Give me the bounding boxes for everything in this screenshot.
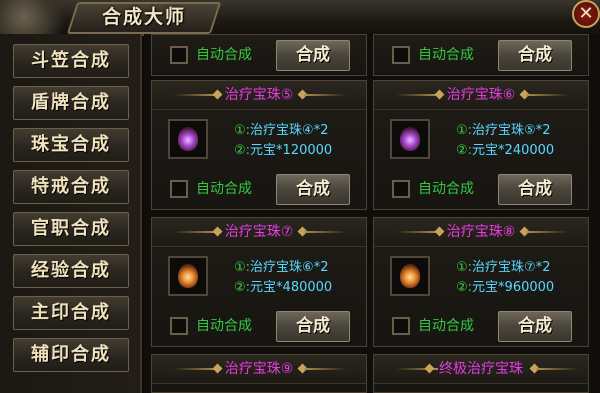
category-sidebar: 斗笠合成 盾牌合成 珠宝合成 特戒合成 官职合成 经验合成 主印合成 辅印合成: [0, 34, 142, 393]
recipe-title: 治疗宝珠⑧: [446, 224, 516, 240]
craft-button[interactable]: 合成: [498, 311, 572, 342]
card-header: 治疗宝珠⑥: [374, 81, 588, 110]
orange-orb-icon: [400, 264, 420, 288]
item-slot[interactable]: [390, 256, 430, 296]
recipe-card: 终极治疗宝珠: [373, 354, 589, 393]
auto-craft-label: 自动合成: [418, 47, 474, 63]
sidebar-item-shield[interactable]: 盾牌合成: [13, 86, 129, 120]
auto-craft-checkbox[interactable]: [392, 317, 410, 335]
sidebar-item-main-seal[interactable]: 主印合成: [13, 296, 129, 330]
requirement-1: ①:治疗宝珠④*2: [234, 123, 329, 138]
card-header: 治疗宝珠⑦: [152, 218, 366, 247]
sidebar-item-exp[interactable]: 经验合成: [13, 254, 129, 288]
sidebar-item-sub-seal[interactable]: 辅印合成: [13, 338, 129, 372]
recipe-title: 治疗宝珠⑤: [224, 87, 294, 103]
recipe-title: 终极治疗宝珠: [439, 361, 523, 377]
sidebar-item-hat[interactable]: 斗笠合成: [13, 44, 129, 78]
requirement-2: ②:元宝*480000: [234, 280, 333, 295]
auto-craft-label: 自动合成: [418, 181, 474, 197]
recipe-title: 治疗宝珠⑨: [224, 361, 294, 377]
auto-craft-checkbox[interactable]: [392, 180, 410, 198]
auto-craft-checkbox[interactable]: [170, 180, 188, 198]
craft-button[interactable]: 合成: [276, 174, 350, 205]
requirement-2: ②:元宝*120000: [234, 143, 333, 158]
recipe-list[interactable]: 自动合成 合成 自动合成 合成 治疗宝珠⑤ ①:治疗宝珠④*2 ②:元宝*120…: [144, 34, 600, 393]
sidebar-item-rank[interactable]: 官职合成: [13, 212, 129, 246]
auto-craft-label: 自动合成: [196, 47, 252, 63]
craft-button[interactable]: 合成: [276, 40, 350, 71]
auto-craft-label: 自动合成: [196, 318, 252, 334]
sidebar-item-ring[interactable]: 特戒合成: [13, 170, 129, 204]
recipe-card: 治疗宝珠⑦ ①:治疗宝珠⑥*2 ②:元宝*480000 自动合成 合成: [151, 217, 367, 347]
craft-button[interactable]: 合成: [498, 174, 572, 205]
close-button[interactable]: ✕: [572, 0, 600, 28]
recipe-card: 治疗宝珠⑧ ①:治疗宝珠⑦*2 ②:元宝*960000 自动合成 合成: [373, 217, 589, 347]
recipe-title: 治疗宝珠⑦: [224, 224, 294, 240]
recipe-card: 治疗宝珠⑥ ①:治疗宝珠⑤*2 ②:元宝*240000 自动合成 合成: [373, 80, 589, 210]
requirement-1: ①:治疗宝珠⑦*2: [456, 260, 551, 275]
requirement-2: ②:元宝*960000: [456, 280, 555, 295]
orange-orb-icon: [178, 264, 198, 288]
window-title: 合成大师: [101, 6, 186, 28]
auto-craft-checkbox[interactable]: [170, 317, 188, 335]
card-header: 治疗宝珠⑨: [152, 355, 366, 384]
recipe-card-partial-right: 自动合成 合成: [373, 34, 589, 76]
sidebar-item-jewel[interactable]: 珠宝合成: [13, 128, 129, 162]
purple-orb-icon: [178, 127, 198, 151]
requirement-1: ①:治疗宝珠⑥*2: [234, 260, 329, 275]
requirement-2: ②:元宝*240000: [456, 143, 555, 158]
requirement-1: ①:治疗宝珠⑤*2: [456, 123, 551, 138]
auto-craft-checkbox[interactable]: [170, 46, 188, 64]
craft-button[interactable]: 合成: [276, 311, 350, 342]
item-slot[interactable]: [390, 119, 430, 159]
craft-button[interactable]: 合成: [498, 40, 572, 71]
card-header: 终极治疗宝珠: [374, 355, 588, 384]
item-slot[interactable]: [168, 119, 208, 159]
item-slot[interactable]: [168, 256, 208, 296]
recipe-card-partial-left: 自动合成 合成: [151, 34, 367, 76]
auto-craft-label: 自动合成: [196, 181, 252, 197]
card-header: 治疗宝珠⑤: [152, 81, 366, 110]
auto-craft-checkbox[interactable]: [392, 46, 410, 64]
title-bar: 合成大师 ✕: [0, 0, 600, 36]
recipe-title: 治疗宝珠⑥: [446, 87, 516, 103]
auto-craft-label: 自动合成: [418, 318, 474, 334]
card-header: 治疗宝珠⑧: [374, 218, 588, 247]
recipe-card: 治疗宝珠⑤ ①:治疗宝珠④*2 ②:元宝*120000 自动合成 合成: [151, 80, 367, 210]
purple-orb-icon: [400, 127, 420, 151]
recipe-card: 治疗宝珠⑨: [151, 354, 367, 393]
